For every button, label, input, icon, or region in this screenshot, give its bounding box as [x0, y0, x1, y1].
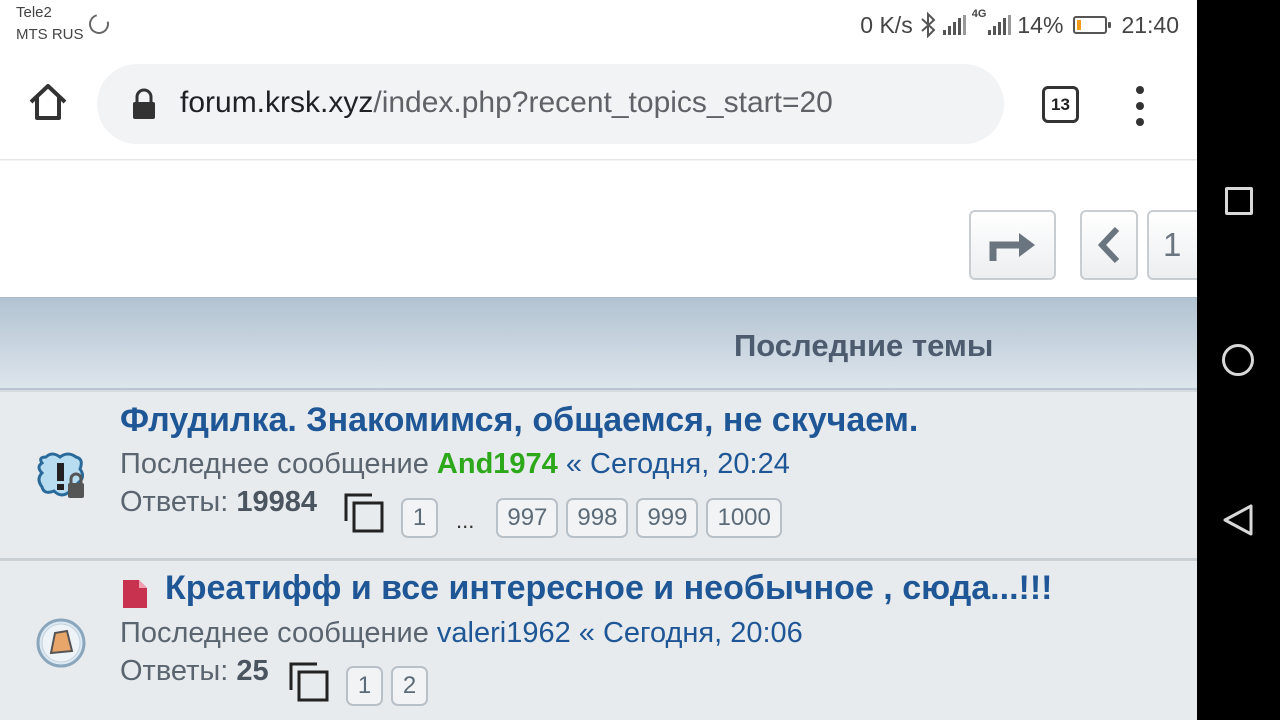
topic-last-post: Последнее сообщение valeri1962 « Сегодня…: [120, 617, 803, 650]
page-link[interactable]: 999: [636, 498, 699, 538]
last-post-label: Последнее сообщение: [120, 617, 429, 649]
reply-arrow-icon: [989, 233, 1035, 261]
home-nav-button[interactable]: [1222, 344, 1254, 376]
section-header: Последние темы: [0, 297, 1197, 390]
forum-page: 1 Последние темы Флудилка. Знакомимся, о…: [0, 161, 1197, 720]
page-link[interactable]: 1000: [706, 498, 782, 538]
url-domain: forum.krsk.xyz: [180, 86, 374, 119]
section-title: Последние темы: [734, 328, 994, 363]
last-post-label: Последнее сообщение: [120, 448, 429, 480]
new-post-doc-icon: [123, 580, 147, 608]
battery-icon: [1073, 16, 1112, 34]
status-bar: Tele2 MTS RUS 0 K/s 4G 14% 21:40: [0, 0, 1197, 50]
page-link[interactable]: 1: [401, 498, 438, 538]
replies-count: 19984: [236, 486, 317, 518]
topic-row: Креатифф и все интересное и необычное , …: [0, 558, 1197, 720]
lock-icon: [133, 88, 155, 119]
device-screen: Tele2 MTS RUS 0 K/s 4G 14% 21:40 forum.k…: [0, 0, 1197, 720]
back-icon[interactable]: [1221, 503, 1255, 537]
copy-pages-icon: [344, 493, 384, 533]
topic-last-post: Последнее сообщение And1974 « Сегодня, 2…: [120, 448, 790, 481]
page-number-button[interactable]: 1: [1147, 210, 1197, 280]
url-path: /index.php?recent_topics_start=20: [373, 86, 833, 119]
prev-page-button[interactable]: [1080, 210, 1138, 280]
topic-title-link[interactable]: Флудилка. Знакомимся, общаемся, не скуча…: [120, 401, 918, 440]
page-link[interactable]: 2: [391, 666, 428, 706]
topic-pager: 1 2: [346, 666, 428, 706]
chevron-left-icon: [1097, 226, 1120, 264]
page-link[interactable]: 1: [346, 666, 383, 706]
copy-pages-icon: [289, 662, 329, 702]
page-link[interactable]: 998: [566, 498, 629, 538]
replies-count: 25: [236, 655, 269, 687]
replies-label: Ответы:: [120, 655, 229, 687]
topic-title-link[interactable]: Креатифф и все интересное и необычное , …: [165, 569, 1053, 608]
topic-pager: 1 ... 997 998 999 1000: [401, 498, 782, 538]
topic-icon: [36, 618, 86, 668]
browser-toolbar: forum.krsk.xyz/index.php?recent_topics_s…: [0, 50, 1197, 160]
topic-replies: Ответы: 25: [120, 655, 269, 688]
home-icon[interactable]: [26, 80, 70, 124]
battery-level: [1077, 20, 1082, 30]
author-link[interactable]: valeri1962: [437, 617, 571, 649]
more-vert-icon[interactable]: [1127, 86, 1153, 126]
url-text[interactable]: forum.krsk.xyz/index.php?recent_topics_s…: [180, 86, 833, 120]
signal-icon-2: [988, 15, 1012, 35]
last-post-date[interactable]: « Сегодня, 20:06: [579, 617, 803, 649]
signal-icon-1: [942, 15, 966, 35]
page-link[interactable]: 997: [496, 498, 559, 538]
topic-replies: Ответы: 19984: [120, 486, 317, 519]
net-speed: 0 K/s: [860, 11, 913, 38]
clock: 21:40: [1121, 11, 1179, 38]
battery-percent: 14%: [1017, 11, 1064, 38]
carrier-2: MTS RUS: [16, 26, 84, 43]
replies-label: Ответы:: [120, 486, 229, 518]
pages-ellipsis: ...: [456, 508, 475, 533]
reply-button[interactable]: [969, 210, 1056, 280]
last-post-date[interactable]: « Сегодня, 20:24: [566, 448, 790, 480]
address-bar[interactable]: forum.krsk.xyz/index.php?recent_topics_s…: [97, 64, 1004, 144]
hot-locked-topic-icon: [37, 452, 85, 498]
tab-switcher-button[interactable]: 13: [1042, 86, 1079, 123]
author-link[interactable]: And1974: [437, 448, 558, 480]
status-indicators: 0 K/s 4G 14% 21:40: [860, 8, 1179, 40]
bluetooth-icon: [921, 12, 936, 38]
carrier-1: Tele2: [16, 4, 52, 21]
topic-row: Флудилка. Знакомимся, общаемся, не скуча…: [0, 390, 1197, 558]
recents-button[interactable]: [1225, 187, 1253, 215]
android-nav-bar: [1197, 0, 1280, 720]
sync-icon: [85, 10, 113, 38]
network-type: 4G: [971, 8, 987, 20]
